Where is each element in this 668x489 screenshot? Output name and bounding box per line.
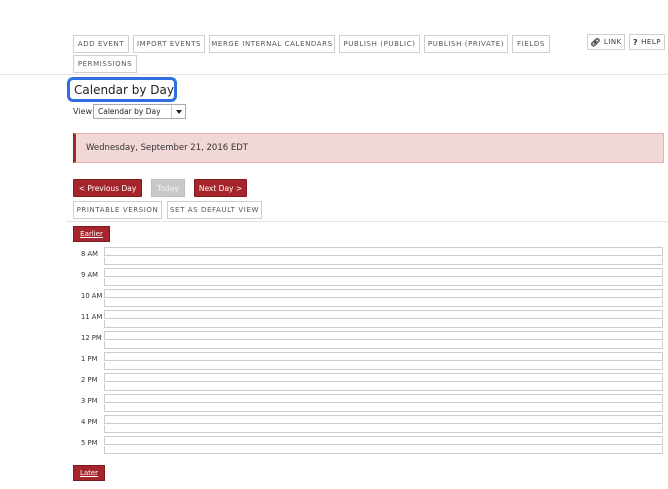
hour-label: 10 AM bbox=[81, 291, 103, 300]
question-icon: ? bbox=[633, 37, 639, 47]
hour-label: 11 AM bbox=[81, 312, 103, 321]
view-select-value: Calendar by Day bbox=[98, 107, 161, 116]
divider bbox=[66, 221, 668, 222]
view-select[interactable]: Calendar by Day bbox=[93, 104, 186, 119]
hour-row: 11 AM bbox=[73, 306, 663, 328]
printable-version-button[interactable]: Printable Version bbox=[73, 201, 162, 219]
date-banner-text: Wednesday, September 21, 2016 EDT bbox=[86, 143, 248, 153]
time-slot[interactable] bbox=[104, 289, 663, 298]
hour-row: 10 AM bbox=[73, 285, 663, 307]
time-slot[interactable] bbox=[104, 446, 663, 454]
hour-label: 12 PM bbox=[81, 333, 102, 342]
hour-row: 1 PM bbox=[73, 348, 663, 370]
time-slot[interactable] bbox=[104, 310, 663, 319]
time-slot[interactable] bbox=[104, 394, 663, 403]
hour-label: 2 PM bbox=[81, 375, 98, 384]
help-label: HELP bbox=[641, 38, 661, 46]
time-slot[interactable] bbox=[104, 268, 663, 277]
previous-day-button[interactable]: < Previous Day bbox=[73, 179, 142, 197]
hour-label: 8 AM bbox=[81, 249, 98, 258]
merge-internal-calendars-button[interactable]: Merge Internal Calendars bbox=[209, 35, 335, 53]
hour-row: 8 AM bbox=[73, 243, 663, 265]
next-day-button[interactable]: Next Day > bbox=[194, 179, 247, 197]
date-banner: Wednesday, September 21, 2016 EDT bbox=[73, 133, 664, 163]
hour-row: 9 AM bbox=[73, 264, 663, 286]
view-label: View bbox=[73, 107, 92, 116]
today-button[interactable]: Today bbox=[151, 179, 185, 197]
publish-public-button[interactable]: Publish (Public) bbox=[339, 35, 420, 53]
hour-row: 12 PM bbox=[73, 327, 663, 349]
link-label: LINK bbox=[603, 38, 622, 46]
link-icon: 🔗︎ bbox=[590, 37, 601, 47]
permissions-button[interactable]: Permissions bbox=[73, 55, 137, 73]
hour-row: 4 PM bbox=[73, 411, 663, 433]
divider bbox=[0, 74, 668, 75]
hour-label: 5 PM bbox=[81, 438, 98, 447]
time-slot[interactable] bbox=[104, 352, 663, 361]
set-default-view-button[interactable]: Set as Default View bbox=[167, 201, 262, 219]
earlier-button[interactable]: Earlier bbox=[73, 226, 110, 242]
publish-private-button[interactable]: Publish (Private) bbox=[424, 35, 508, 53]
hour-row: 5 PM bbox=[73, 432, 663, 454]
hour-row: 2 PM bbox=[73, 369, 663, 391]
page-title: Calendar by Day bbox=[67, 77, 177, 102]
add-event-button[interactable]: Add Event bbox=[73, 35, 129, 53]
time-slot[interactable] bbox=[104, 373, 663, 382]
help-button[interactable]: ? HELP bbox=[629, 34, 665, 50]
fields-button[interactable]: Fields bbox=[512, 35, 550, 53]
hour-label: 4 PM bbox=[81, 417, 98, 426]
link-button[interactable]: 🔗︎ LINK bbox=[587, 34, 625, 50]
time-slot[interactable] bbox=[104, 415, 663, 424]
time-slot[interactable] bbox=[104, 331, 663, 340]
hour-row: 3 PM bbox=[73, 390, 663, 412]
hour-label: 9 AM bbox=[81, 270, 98, 279]
chevron-down-icon bbox=[171, 105, 185, 118]
later-button[interactable]: Later bbox=[73, 465, 105, 481]
hour-label: 1 PM bbox=[81, 354, 98, 363]
time-slot[interactable] bbox=[104, 436, 663, 445]
time-slot[interactable] bbox=[104, 247, 663, 256]
hour-label: 3 PM bbox=[81, 396, 98, 405]
import-events-button[interactable]: Import Events bbox=[133, 35, 205, 53]
